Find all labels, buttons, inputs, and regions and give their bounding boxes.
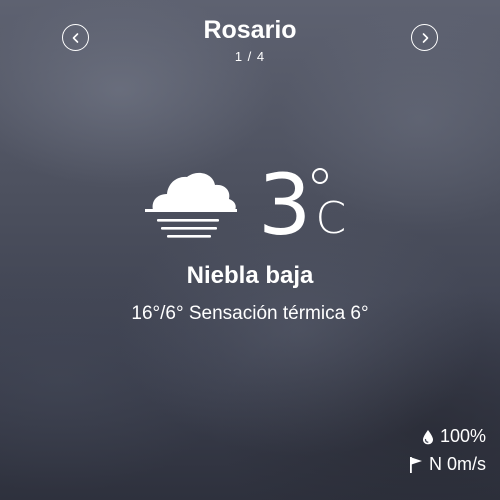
humidity-stat: 100% <box>422 426 486 447</box>
temperature-unit: C <box>315 193 347 244</box>
wind-stat: N 0m/s <box>409 454 486 475</box>
temperature-display: 3 C <box>258 160 346 250</box>
fog-icon <box>145 172 237 238</box>
flag-icon <box>409 456 422 473</box>
wind-value: N 0m/s <box>428 454 486 474</box>
weather-condition: Niebla baja <box>186 262 314 289</box>
page-indicator: 1 / 4 <box>234 49 266 64</box>
temperature-details: 16°/6° Sensación térmica 6° <box>131 303 369 324</box>
next-city-button[interactable] <box>411 24 438 51</box>
water-drop-icon <box>422 429 433 444</box>
chevron-right-icon <box>422 32 428 43</box>
humidity-value: 100% <box>439 426 486 446</box>
temperature-value: 3 <box>258 156 312 254</box>
degree-symbol <box>312 168 328 184</box>
